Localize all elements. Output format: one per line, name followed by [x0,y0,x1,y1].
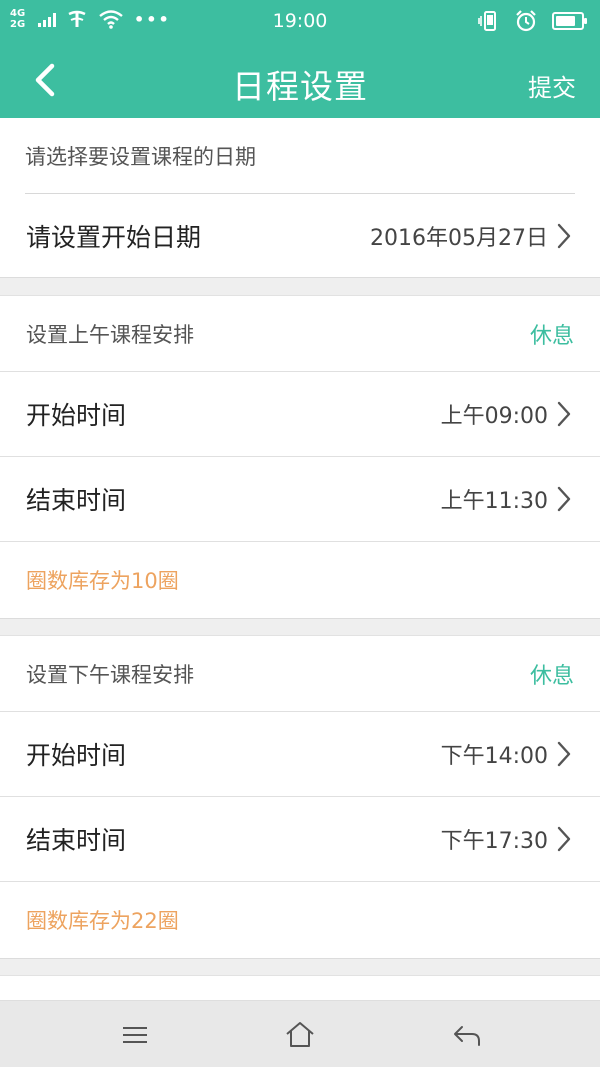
chevron-right-icon [557,401,571,427]
afternoon-title: 设置下午课程安排 [26,662,194,687]
afternoon-section: 设置下午课程安排 休息 开始时间 下午14:00 结束时间 下午17:30 圈数… [0,635,600,959]
afternoon-start-label: 开始时间 [26,741,127,770]
afternoon-start-value: 下午14:00 [440,744,548,769]
alarm-icon [516,10,536,32]
morning-start-value: 上午09:00 [440,404,548,429]
system-nav-bar [0,1000,600,1067]
vibrate-icon [478,11,496,31]
start-date-label: 请设置开始日期 [26,222,202,252]
afternoon-end-row[interactable]: 结束时间 下午17:30 [0,797,600,882]
morning-header: 设置上午课程安排 休息 [0,296,600,372]
afternoon-rest-button[interactable]: 休息 [530,658,574,690]
morning-end-label: 结束时间 [26,486,127,515]
back-arrow-icon[interactable] [450,1019,484,1051]
title-bar: 日程设置 提交 [0,44,600,118]
afternoon-end-label: 结束时间 [26,826,127,855]
afternoon-start-row[interactable]: 开始时间 下午14:00 [0,712,600,797]
start-date-row[interactable]: 请设置开始日期 2016年05月27日 [0,194,600,277]
morning-rest-button[interactable]: 休息 [530,318,574,350]
date-prompt: 请选择要设置课程的日期 [25,118,575,194]
morning-start-label: 开始时间 [26,401,127,430]
submit-button[interactable]: 提交 [528,68,576,103]
morning-title: 设置上午课程安排 [26,322,194,347]
morning-end-value: 上午11:30 [440,489,548,514]
morning-start-row[interactable]: 开始时间 上午09:00 [0,372,600,457]
start-date-value: 2016年05月27日 [370,225,548,251]
chevron-right-icon [557,741,571,767]
morning-inventory-note: 圈数库存为10圈 [26,569,179,593]
chevron-right-icon [557,223,571,248]
next-section-edge [0,975,600,1000]
afternoon-inventory-note: 圈数库存为22圈 [26,909,179,933]
date-section: 请选择要设置课程的日期 请设置开始日期 2016年05月27日 [0,118,600,278]
morning-end-row[interactable]: 结束时间 上午11:30 [0,457,600,542]
status-right [478,9,587,33]
afternoon-header: 设置下午课程安排 休息 [0,636,600,712]
status-bar: 4G 2G ••• 19:00 [0,0,600,44]
morning-section: 设置上午课程安排 休息 开始时间 上午09:00 结束时间 上午11:30 圈数… [0,295,600,619]
home-icon[interactable] [283,1019,317,1051]
menu-icon[interactable] [118,1019,152,1051]
screen: 4G 2G ••• 19:00 日程设置 提交 请选择要设置课程的日期 请设置开… [0,0,600,1067]
chevron-right-icon [557,826,571,852]
afternoon-end-value: 下午17:30 [440,829,548,854]
battery-icon [552,12,587,30]
page-title: 日程设置 [232,67,368,106]
chevron-right-icon [557,486,571,512]
